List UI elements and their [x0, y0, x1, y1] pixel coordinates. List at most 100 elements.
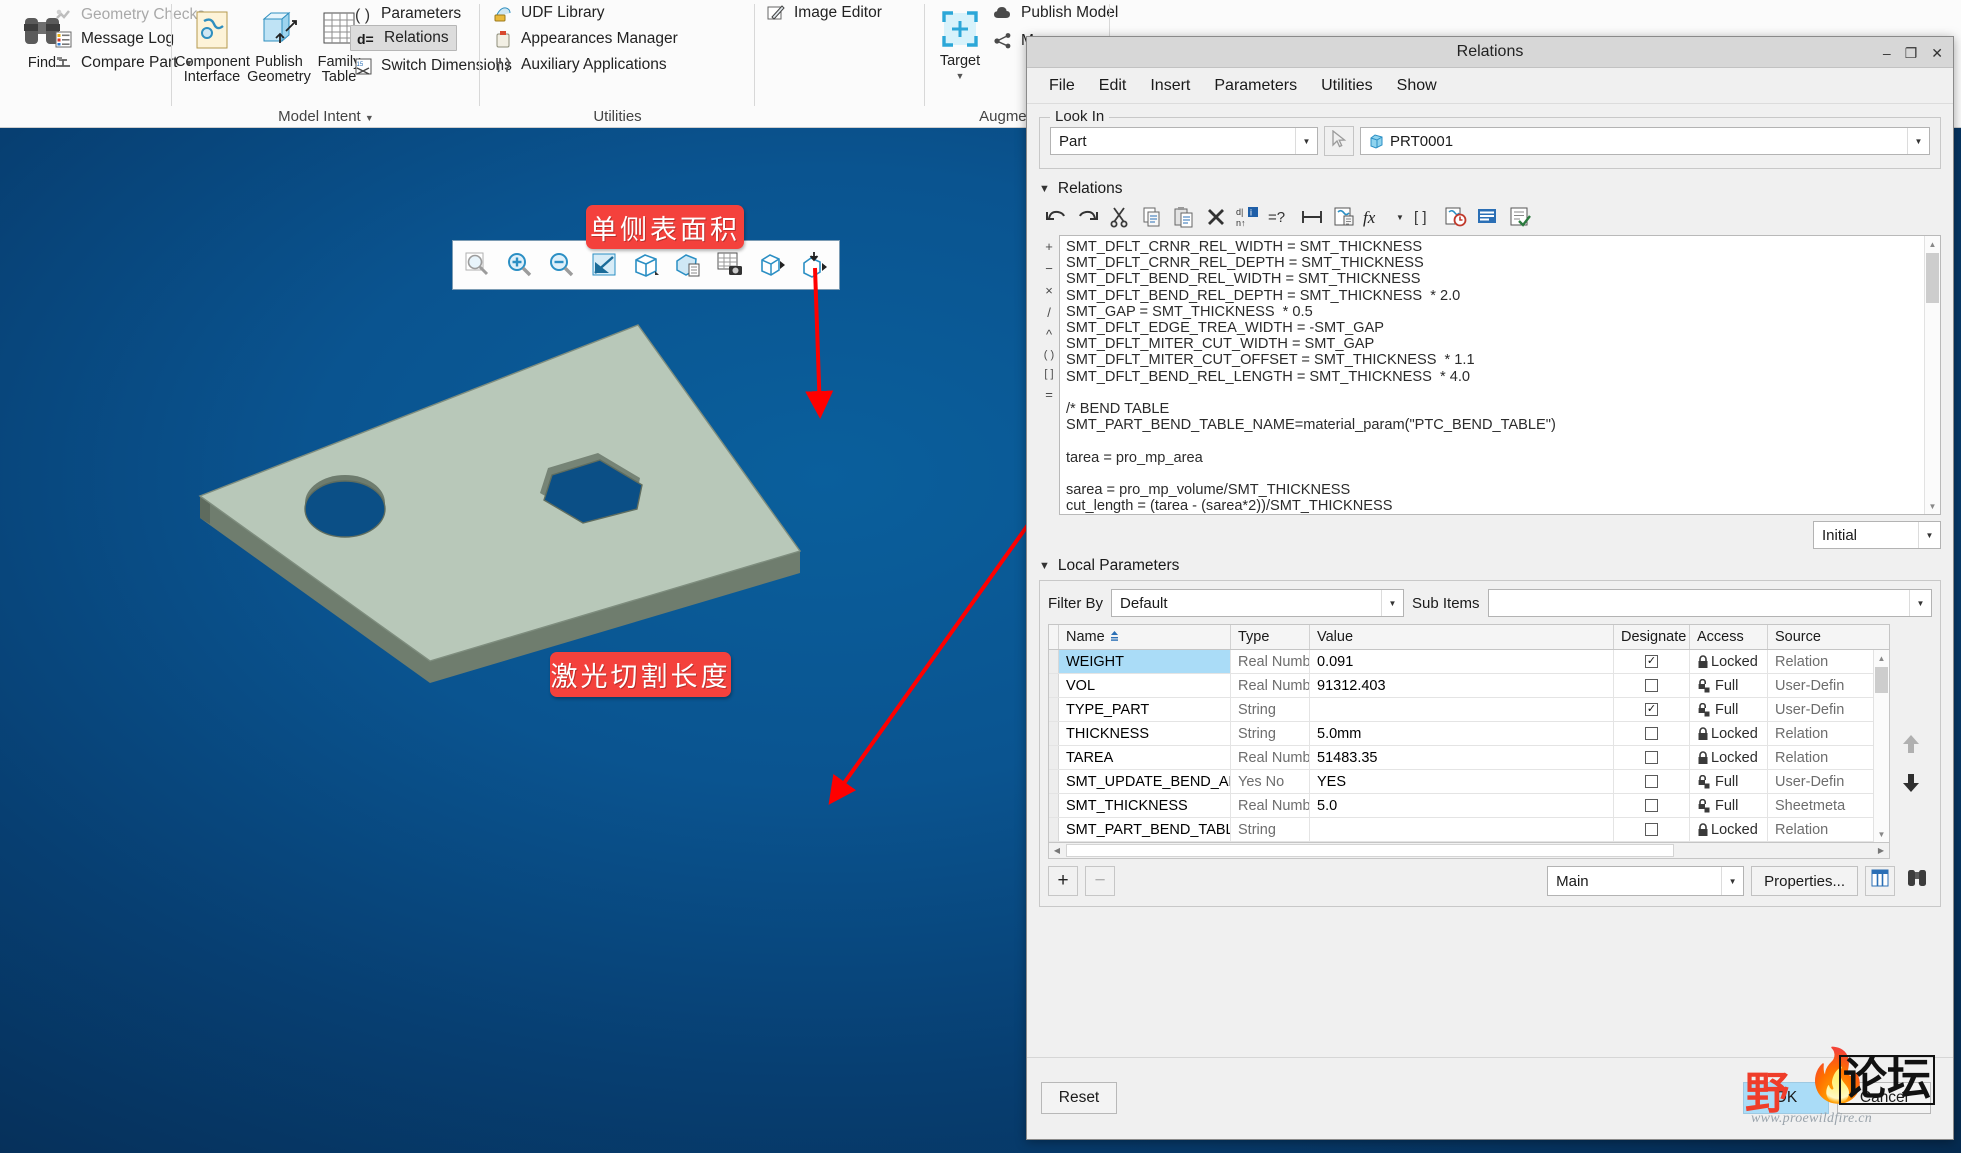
- scroll-thumb[interactable]: [1875, 667, 1888, 693]
- multi-line-icon[interactable]: [1473, 202, 1503, 232]
- undo-icon[interactable]: [1041, 202, 1071, 232]
- triangle-down-icon[interactable]: ▼: [1039, 560, 1050, 572]
- relations-vertical-scrollbar[interactable]: ▲ ▼: [1924, 236, 1940, 514]
- auxiliary-applications-item[interactable]: Auxiliary Applications: [492, 52, 667, 78]
- designate-checkbox[interactable]: ✓: [1645, 655, 1658, 668]
- op-parentheses[interactable]: ( ): [1044, 349, 1054, 361]
- column-name[interactable]: Name: [1059, 625, 1231, 649]
- table-row[interactable]: TAREAReal Numbe51483.35LockedRelation: [1049, 746, 1889, 770]
- zoom-in-icon[interactable]: [501, 245, 539, 285]
- sub-items-combo[interactable]: ▼: [1488, 589, 1932, 617]
- ok-button[interactable]: OK: [1743, 1082, 1829, 1114]
- sort-relations-icon[interactable]: d|n↑i: [1233, 202, 1263, 232]
- image-editor-item[interactable]: Image Editor: [765, 0, 882, 26]
- saved-orientations-icon[interactable]: [753, 245, 791, 285]
- scroll-right-icon[interactable]: ▶: [1873, 844, 1889, 858]
- table-row[interactable]: SMT_PART_BEND_TABLE_NAStringLockedRelati…: [1049, 818, 1889, 842]
- functions-dropdown-icon[interactable]: ▼: [1393, 202, 1407, 232]
- table-row[interactable]: THICKNESSString5.0mmLockedRelation: [1049, 722, 1889, 746]
- parameters-table-icon[interactable]: [1329, 202, 1359, 232]
- look-in-object-combo[interactable]: PRT0001 ▼: [1360, 127, 1930, 155]
- column-designate[interactable]: Designate: [1614, 625, 1690, 649]
- relations-text-editor[interactable]: SMT_DFLT_CRNR_REL_WIDTH = SMT_THICKNESS …: [1059, 235, 1941, 515]
- publish-model-item[interactable]: Publish Model: [992, 0, 1118, 26]
- scroll-down-icon[interactable]: ▼: [1925, 498, 1940, 514]
- op-minus[interactable]: −: [1045, 261, 1053, 276]
- dialog-titlebar[interactable]: Relations – ❐ ✕: [1027, 37, 1953, 68]
- chevron-down-icon[interactable]: ▼: [927, 71, 993, 81]
- designate-checkbox[interactable]: [1645, 679, 1658, 692]
- designate-checkbox[interactable]: [1645, 775, 1658, 788]
- message-log-item[interactable]: Message Log: [52, 26, 174, 52]
- publish-geometry-button[interactable]: Publish Geometry: [244, 5, 314, 85]
- properties-button[interactable]: Properties...: [1751, 866, 1858, 896]
- relations-state-combo[interactable]: Initial ▼: [1813, 521, 1941, 549]
- relations-section-header[interactable]: ▼ Relations: [1039, 180, 1941, 198]
- refit-icon[interactable]: [459, 245, 497, 285]
- find-parameter-button[interactable]: [1902, 866, 1932, 896]
- local-parameters-header[interactable]: ▼ Local Parameters: [1039, 557, 1941, 575]
- chevron-down-icon[interactable]: ▼: [1907, 128, 1929, 154]
- menu-edit[interactable]: Edit: [1089, 73, 1137, 99]
- parameters-item[interactable]: ( ) Parameters: [352, 1, 461, 27]
- redo-icon[interactable]: [1073, 202, 1103, 232]
- column-access[interactable]: Access: [1690, 625, 1768, 649]
- menu-show[interactable]: Show: [1387, 73, 1447, 99]
- sort-ascending-icon[interactable]: [1109, 629, 1120, 645]
- target-button[interactable]: Target ▼: [927, 4, 993, 81]
- scope-combo[interactable]: Main ▼: [1547, 866, 1744, 896]
- chevron-down-icon[interactable]: ▼: [1909, 590, 1931, 616]
- menu-insert[interactable]: Insert: [1140, 73, 1200, 99]
- chevron-down-icon[interactable]: ▼: [1721, 867, 1743, 895]
- look-in-type-combo[interactable]: Part ▼: [1050, 127, 1318, 155]
- cut-icon[interactable]: [1105, 202, 1135, 232]
- columns-button[interactable]: [1865, 866, 1895, 896]
- view-manager-icon[interactable]: [795, 245, 833, 285]
- hscroll-thumb[interactable]: [1066, 844, 1674, 857]
- reset-button[interactable]: Reset: [1041, 1082, 1117, 1114]
- table-row[interactable]: WEIGHTReal Numbe0.091✓LockedRelation: [1049, 650, 1889, 674]
- sheet-metal-part[interactable]: [180, 303, 860, 733]
- table-row[interactable]: SMT_THICKNESSReal Numbe5.0FullSheetmeta: [1049, 794, 1889, 818]
- remove-parameter-button[interactable]: −: [1085, 866, 1115, 896]
- op-plus[interactable]: +: [1045, 239, 1053, 254]
- capture-image-icon[interactable]: [711, 245, 749, 285]
- menu-utilities[interactable]: Utilities: [1311, 73, 1383, 99]
- designate-checkbox[interactable]: [1645, 823, 1658, 836]
- table-row[interactable]: VOLReal Numbe91312.403FullUser-Defin: [1049, 674, 1889, 698]
- column-source[interactable]: Source: [1768, 625, 1889, 649]
- column-type[interactable]: Type: [1231, 625, 1310, 649]
- parameters-horizontal-scrollbar[interactable]: ◀ ▶: [1048, 843, 1890, 859]
- designate-checkbox[interactable]: [1645, 751, 1658, 764]
- op-divide[interactable]: /: [1047, 305, 1051, 320]
- op-power[interactable]: ^: [1046, 327, 1052, 342]
- delete-icon[interactable]: [1201, 202, 1231, 232]
- filter-by-combo[interactable]: Default ▼: [1111, 589, 1404, 617]
- cancel-button[interactable]: Cancel: [1837, 1082, 1931, 1114]
- table-row[interactable]: TYPE_PARTString✓FullUser-Defin: [1049, 698, 1889, 722]
- scroll-up-icon[interactable]: ▲: [1874, 650, 1889, 666]
- insert-from-file-icon[interactable]: [1297, 202, 1327, 232]
- op-equals[interactable]: =: [1045, 387, 1053, 402]
- history-icon[interactable]: [1441, 202, 1471, 232]
- repaint-icon[interactable]: [585, 245, 623, 285]
- chevron-down-icon[interactable]: ▼: [1381, 590, 1403, 616]
- scroll-down-icon[interactable]: ▼: [1874, 826, 1889, 842]
- table-row[interactable]: SMT_UPDATE_BEND_ALLOWYes NoYESFullUser-D…: [1049, 770, 1889, 794]
- copy-icon[interactable]: [1137, 202, 1167, 232]
- op-brackets[interactable]: [ ]: [1044, 368, 1053, 380]
- menu-parameters[interactable]: Parameters: [1204, 73, 1307, 99]
- parameters-table-body[interactable]: WEIGHTReal Numbe0.091✓LockedRelationVOLR…: [1048, 650, 1890, 843]
- triangle-down-icon[interactable]: ▼: [1039, 183, 1050, 195]
- relations-item[interactable]: d= Relations: [350, 25, 457, 51]
- arrow-up-icon[interactable]: [1902, 734, 1920, 759]
- designate-checkbox[interactable]: [1645, 727, 1658, 740]
- scroll-up-icon[interactable]: ▲: [1925, 236, 1940, 252]
- designate-checkbox[interactable]: [1645, 799, 1658, 812]
- chevron-down-icon[interactable]: ▼: [365, 113, 374, 123]
- select-object-button[interactable]: [1324, 126, 1354, 156]
- display-style-icon[interactable]: [627, 245, 665, 285]
- zoom-out-icon[interactable]: [543, 245, 581, 285]
- scroll-thumb[interactable]: [1926, 253, 1939, 303]
- units-icon[interactable]: [ ]: [1409, 202, 1439, 232]
